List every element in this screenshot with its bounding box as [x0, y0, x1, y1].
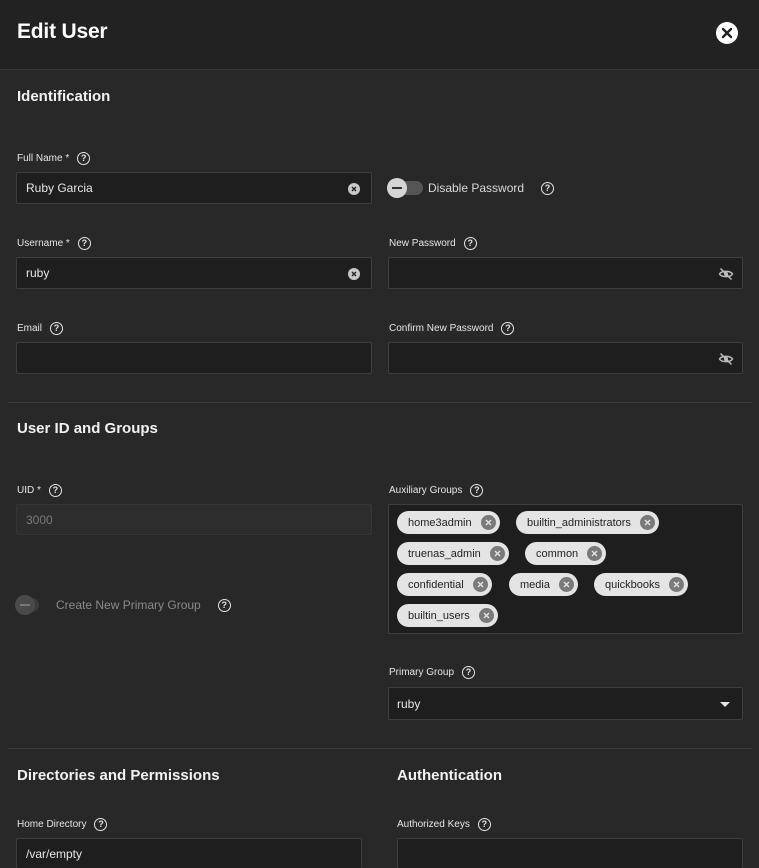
- clear-icon[interactable]: [348, 183, 360, 195]
- help-icon[interactable]: ?: [477, 818, 491, 831]
- help-icon[interactable]: ?: [501, 322, 515, 335]
- help-icon[interactable]: ?: [77, 237, 91, 250]
- email-label-text: Email: [17, 323, 43, 334]
- section-divider: [8, 402, 752, 403]
- chevron-down-icon[interactable]: [720, 702, 730, 707]
- chip-quickbooks[interactable]: quickbooks: [594, 573, 689, 596]
- uid-field: [16, 504, 372, 535]
- help-icon[interactable]: ?: [77, 152, 91, 165]
- primary-group-select[interactable]: ruby: [388, 687, 743, 720]
- confirm-password-field[interactable]: [388, 342, 743, 374]
- confirm-password-input[interactable]: [389, 343, 742, 373]
- disable-password-text: Disable Password: [428, 181, 525, 195]
- create-primary-group-toggle: [15, 595, 39, 615]
- home-directory-label: Home Directory ?: [17, 818, 108, 831]
- new-password-label-text: New Password: [389, 238, 456, 249]
- chip-builtin-users[interactable]: builtin_users: [397, 604, 498, 627]
- confirm-password-label-text: Confirm New Password: [389, 323, 494, 334]
- section-title-directories: Directories and Permissions: [17, 767, 220, 784]
- disable-password-label: Disable Password ?: [428, 181, 555, 195]
- chip-label: quickbooks: [605, 578, 661, 591]
- help-icon[interactable]: ?: [463, 237, 477, 250]
- full-name-field[interactable]: [16, 172, 372, 204]
- chip-remove-icon[interactable]: [489, 546, 505, 561]
- chip-truenas-admin[interactable]: truenas_admin: [397, 542, 509, 565]
- chip-media[interactable]: media: [509, 573, 578, 596]
- new-password-input[interactable]: [389, 258, 742, 288]
- help-icon[interactable]: ?: [48, 484, 62, 497]
- create-primary-group-label: Create New Primary Group ?: [56, 598, 231, 612]
- authorized-keys-label-text: Authorized Keys: [397, 819, 470, 830]
- username-field[interactable]: [16, 257, 372, 289]
- help-icon[interactable]: ?: [217, 598, 231, 612]
- help-icon[interactable]: ?: [94, 818, 108, 831]
- uid-label-text: UID *: [17, 485, 41, 496]
- close-icon: [721, 27, 733, 39]
- uid-label: UID * ?: [17, 484, 62, 497]
- chip-remove-icon[interactable]: [472, 577, 488, 592]
- primary-group-label: Primary Group ?: [389, 666, 476, 679]
- full-name-label-text: Full Name *: [17, 153, 70, 164]
- section-title-user-id-groups: User ID and Groups: [17, 420, 158, 437]
- primary-group-value: ruby: [397, 697, 421, 711]
- create-primary-group-text: Create New Primary Group: [56, 598, 201, 612]
- chip-remove-icon[interactable]: [478, 608, 494, 623]
- chip-label: builtin_users: [408, 609, 470, 622]
- chip-remove-icon[interactable]: [480, 515, 496, 530]
- help-icon[interactable]: ?: [541, 181, 555, 195]
- disable-password-toggle[interactable]: [387, 178, 423, 198]
- username-label-text: Username *: [17, 238, 70, 249]
- full-name-label: Full Name * ?: [17, 152, 91, 165]
- chip-label: home3admin: [408, 516, 472, 529]
- chip-home3admin[interactable]: home3admin: [397, 511, 500, 534]
- help-icon[interactable]: ?: [50, 322, 64, 335]
- section-title-authentication: Authentication: [397, 767, 502, 784]
- chip-label: media: [520, 578, 550, 591]
- home-directory-field[interactable]: [16, 838, 362, 868]
- section-title-identification: Identification: [17, 88, 111, 105]
- chip-builtin-administrators[interactable]: builtin_administrators: [516, 511, 659, 534]
- full-name-input[interactable]: [17, 173, 371, 203]
- email-label: Email ?: [17, 322, 64, 335]
- aux-groups-label: Auxiliary Groups ?: [389, 484, 484, 497]
- chip-label: common: [536, 547, 579, 560]
- chip-remove-icon[interactable]: [558, 577, 574, 592]
- chip-common[interactable]: common: [525, 542, 607, 565]
- new-password-label: New Password ?: [389, 237, 477, 250]
- help-icon[interactable]: ?: [470, 484, 484, 497]
- chip-label: builtin_administrators: [527, 516, 631, 529]
- authorized-keys-field[interactable]: [397, 838, 743, 868]
- home-directory-label-text: Home Directory: [17, 819, 87, 830]
- section-divider: [8, 748, 752, 749]
- chip-label: confidential: [408, 578, 464, 591]
- toggle-knob: [387, 178, 407, 198]
- username-label: Username * ?: [17, 237, 91, 250]
- clear-icon[interactable]: [348, 268, 360, 280]
- page-title: Edit User: [17, 20, 108, 43]
- email-field[interactable]: [16, 342, 372, 374]
- primary-group-label-text: Primary Group: [389, 667, 455, 678]
- new-password-field[interactable]: [388, 257, 743, 289]
- chip-remove-icon[interactable]: [639, 515, 655, 530]
- confirm-password-label: Confirm New Password ?: [389, 322, 515, 335]
- toggle-knob: [15, 595, 35, 615]
- email-input[interactable]: [17, 343, 371, 373]
- chip-confidential[interactable]: confidential: [397, 573, 492, 596]
- chip-remove-icon[interactable]: [669, 577, 685, 592]
- aux-groups-label-text: Auxiliary Groups: [389, 485, 463, 496]
- chip-label: truenas_admin: [408, 547, 481, 560]
- chip-remove-icon[interactable]: [587, 546, 603, 561]
- eye-off-icon[interactable]: [718, 351, 734, 367]
- uid-input: [17, 505, 371, 534]
- aux-groups-field[interactable]: home3admin builtin_administrators truena…: [388, 504, 743, 634]
- eye-off-icon[interactable]: [718, 266, 734, 282]
- close-button[interactable]: [716, 22, 738, 44]
- help-icon[interactable]: ?: [462, 666, 476, 679]
- home-directory-input[interactable]: [17, 839, 361, 868]
- authorized-keys-label: Authorized Keys ?: [397, 818, 491, 831]
- username-input[interactable]: [17, 258, 371, 288]
- dialog-header: Edit User: [0, 0, 759, 70]
